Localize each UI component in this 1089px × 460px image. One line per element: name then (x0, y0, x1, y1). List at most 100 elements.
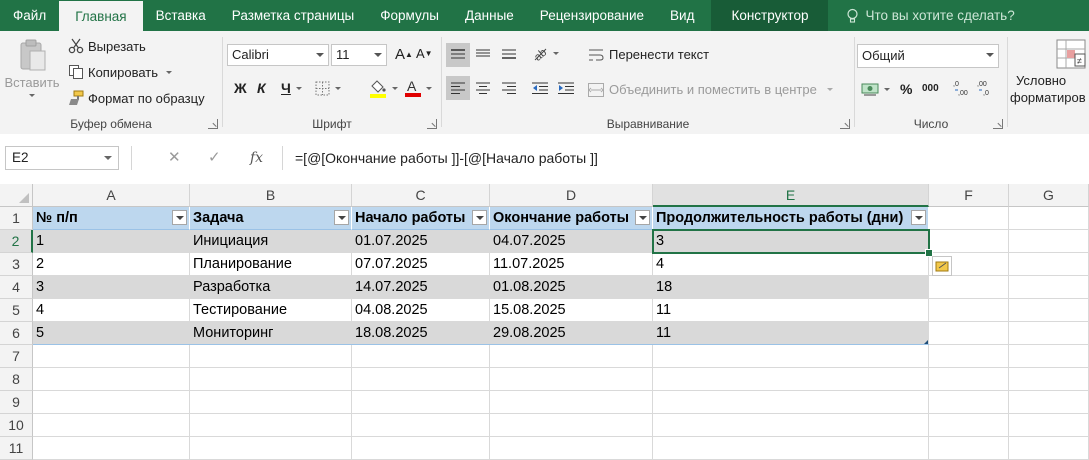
table-cell[interactable]: 1 (33, 230, 190, 253)
select-all-button[interactable] (0, 184, 33, 207)
cell[interactable] (653, 414, 929, 437)
cell[interactable] (190, 414, 352, 437)
align-left-button[interactable] (446, 76, 470, 100)
table-cell[interactable]: Разработка (190, 276, 352, 299)
decrease-indent-button[interactable] (532, 82, 548, 94)
cell[interactable] (1009, 345, 1089, 368)
cell[interactable] (33, 414, 190, 437)
fill-color-button[interactable] (369, 78, 398, 98)
row-header-9[interactable]: 9 (0, 391, 33, 414)
increase-font-button[interactable]: A ▲ (395, 46, 413, 63)
table-cell[interactable]: Инициация (190, 230, 352, 253)
table-cell[interactable]: 11.07.2025 (490, 253, 653, 276)
table-cell[interactable]: 4 (653, 253, 929, 276)
row-header-2[interactable]: 2 (0, 230, 33, 253)
table-cell[interactable]: 04.08.2025 (352, 299, 490, 322)
table-cell[interactable]: Мониторинг (190, 322, 352, 345)
cell[interactable] (1009, 230, 1089, 253)
row-header-3[interactable]: 3 (0, 253, 33, 276)
cell[interactable] (190, 437, 352, 460)
tab-view[interactable]: Вид (657, 0, 707, 31)
table-header-cell[interactable]: Окончание работы (490, 207, 653, 230)
cell[interactable] (1009, 322, 1089, 345)
table-cell[interactable]: 4 (33, 299, 190, 322)
align-bottom-button[interactable] (502, 47, 516, 59)
table-cell[interactable]: 3 (33, 276, 190, 299)
cell[interactable] (490, 414, 653, 437)
cell[interactable] (929, 322, 1009, 345)
align-middle-button[interactable] (476, 47, 490, 59)
formula-input[interactable]: =[@[Окончание работы ]]-[@[Начало работы… (282, 146, 1089, 170)
conditional-formatting-button[interactable]: ≠ Условно форматиров (1010, 39, 1086, 105)
borders-button[interactable] (315, 81, 341, 96)
cell[interactable] (929, 207, 1009, 230)
cell[interactable] (653, 437, 929, 460)
cell[interactable] (929, 437, 1009, 460)
bold-button[interactable]: Ж (234, 80, 247, 96)
column-header-d[interactable]: D (490, 184, 653, 207)
row-header-4[interactable]: 4 (0, 276, 33, 299)
filter-dropdown-icon[interactable] (334, 210, 349, 225)
table-cell[interactable]: 2 (33, 253, 190, 276)
column-header-e[interactable]: E (653, 184, 929, 207)
table-cell[interactable]: 15.08.2025 (490, 299, 653, 322)
cell[interactable] (190, 391, 352, 414)
tab-data[interactable]: Данные (452, 0, 527, 31)
table-header-cell[interactable]: Начало работы (352, 207, 490, 230)
cell[interactable] (929, 299, 1009, 322)
table-cell[interactable]: Тестирование (190, 299, 352, 322)
table-cell[interactable]: 07.07.2025 (352, 253, 490, 276)
cell[interactable] (929, 391, 1009, 414)
merge-center-button[interactable]: Объединить и поместить в центре (588, 82, 833, 97)
paste-button[interactable]: Вставить (4, 37, 60, 107)
cell[interactable] (929, 276, 1009, 299)
cell[interactable] (653, 368, 929, 391)
wrap-text-button[interactable]: Перенести текст (588, 47, 709, 62)
copy-button[interactable]: Копировать (68, 64, 172, 80)
row-header-11[interactable]: 11 (0, 437, 33, 460)
cell[interactable] (1009, 207, 1089, 230)
table-resize-handle-icon[interactable] (924, 340, 928, 344)
decrease-decimal-button[interactable]: ,00,0 (977, 79, 995, 97)
row-header-7[interactable]: 7 (0, 345, 33, 368)
table-cell[interactable]: 11 (653, 322, 929, 345)
cut-button[interactable]: Вырезать (68, 38, 146, 54)
cell[interactable] (352, 437, 490, 460)
cell[interactable] (929, 230, 1009, 253)
table-cell[interactable]: 01.07.2025 (352, 230, 490, 253)
table-header-cell[interactable]: Продолжительность работы (дни) (653, 207, 929, 230)
underline-button[interactable]: Ч (281, 80, 302, 96)
cell[interactable] (1009, 299, 1089, 322)
table-cell[interactable]: Планирование (190, 253, 352, 276)
tab-formulas[interactable]: Формулы (367, 0, 452, 31)
align-top-button[interactable] (446, 43, 470, 67)
cell[interactable] (190, 368, 352, 391)
align-right-button[interactable] (502, 82, 516, 94)
tab-table-design[interactable]: Конструктор (711, 0, 829, 31)
font-color-button[interactable]: A (405, 78, 432, 98)
filter-dropdown-icon[interactable] (635, 210, 650, 225)
cell[interactable] (352, 391, 490, 414)
thousands-button[interactable]: 000 (922, 83, 939, 94)
table-header-cell[interactable]: Задача (190, 207, 352, 230)
table-header-cell[interactable]: № п/п (33, 207, 190, 230)
cell[interactable] (33, 437, 190, 460)
number-format-select[interactable]: Общий (857, 44, 999, 68)
align-center-button[interactable] (476, 82, 490, 94)
cell[interactable] (33, 391, 190, 414)
cell[interactable] (490, 368, 653, 391)
column-header-c[interactable]: C (352, 184, 490, 207)
cell[interactable] (490, 345, 653, 368)
table-cell[interactable]: 29.08.2025 (490, 322, 653, 345)
column-header-b[interactable]: B (190, 184, 352, 207)
table-cell[interactable]: 5 (33, 322, 190, 345)
currency-format-button[interactable] (861, 81, 890, 97)
cell[interactable] (352, 368, 490, 391)
row-header-5[interactable]: 5 (0, 299, 33, 322)
cell[interactable] (190, 345, 352, 368)
increase-indent-button[interactable] (558, 82, 574, 94)
cell[interactable] (1009, 437, 1089, 460)
percent-button[interactable]: % (900, 81, 912, 97)
filter-dropdown-icon[interactable] (911, 210, 926, 225)
cell[interactable] (33, 368, 190, 391)
